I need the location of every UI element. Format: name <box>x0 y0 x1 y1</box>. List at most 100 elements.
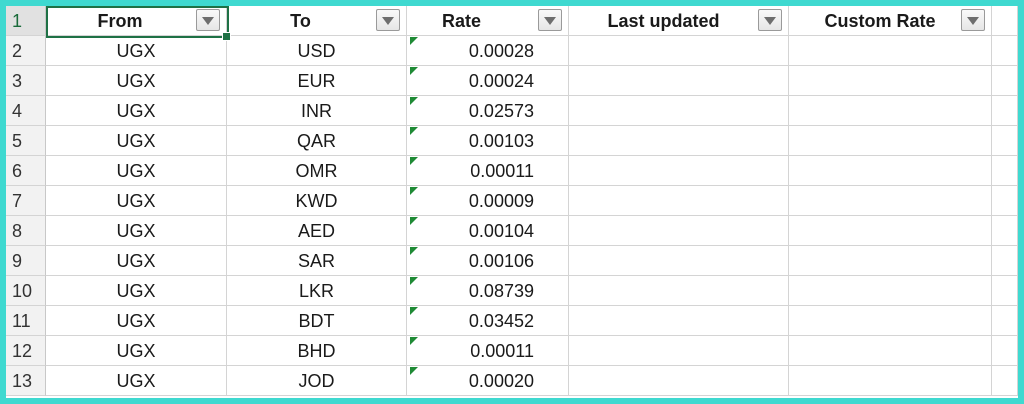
number-stored-as-text-flag-icon[interactable] <box>410 277 418 285</box>
cell-last-updated[interactable] <box>569 216 789 246</box>
row-header-1[interactable]: 1 <box>6 6 46 36</box>
cell-custom-rate[interactable] <box>789 156 992 186</box>
row-header[interactable]: 9 <box>6 246 46 276</box>
filter-dropdown-icon[interactable] <box>376 9 400 31</box>
cell-last-updated[interactable] <box>569 156 789 186</box>
cell-from[interactable]: UGX <box>46 156 227 186</box>
cell-custom-rate[interactable] <box>789 246 992 276</box>
cell-from[interactable]: UGX <box>46 96 227 126</box>
cell-to[interactable]: BDT <box>227 306 407 336</box>
empty-cell[interactable] <box>992 336 1018 366</box>
number-stored-as-text-flag-icon[interactable] <box>410 217 418 225</box>
cell-custom-rate[interactable] <box>789 36 992 66</box>
empty-cell[interactable] <box>992 216 1018 246</box>
cell-to[interactable]: QAR <box>227 126 407 156</box>
header-cell-rate[interactable]: Rate <box>407 6 569 36</box>
cell-to[interactable]: EUR <box>227 66 407 96</box>
cell-to[interactable]: AED <box>227 216 407 246</box>
cell-rate[interactable]: 0.00024 <box>407 66 569 96</box>
filter-dropdown-icon[interactable] <box>961 9 985 31</box>
empty-cell[interactable] <box>992 276 1018 306</box>
cell-custom-rate[interactable] <box>789 96 992 126</box>
row-header[interactable]: 12 <box>6 336 46 366</box>
empty-cell[interactable] <box>992 96 1018 126</box>
filter-dropdown-icon[interactable] <box>196 9 220 31</box>
cell-from[interactable]: UGX <box>46 366 227 396</box>
cell-to[interactable]: OMR <box>227 156 407 186</box>
cell-from[interactable]: UGX <box>46 36 227 66</box>
empty-cell[interactable] <box>992 246 1018 276</box>
empty-cell[interactable] <box>992 156 1018 186</box>
row-header[interactable]: 13 <box>6 366 46 396</box>
row-header[interactable]: 11 <box>6 306 46 336</box>
row-header[interactable]: 4 <box>6 96 46 126</box>
cell-last-updated[interactable] <box>569 366 789 396</box>
cell-custom-rate[interactable] <box>789 336 992 366</box>
number-stored-as-text-flag-icon[interactable] <box>410 157 418 165</box>
number-stored-as-text-flag-icon[interactable] <box>410 187 418 195</box>
cell-last-updated[interactable] <box>569 126 789 156</box>
empty-cell[interactable] <box>992 66 1018 96</box>
cell-rate[interactable]: 0.00011 <box>407 156 569 186</box>
filter-dropdown-icon[interactable] <box>758 9 782 31</box>
empty-cell[interactable] <box>992 6 1018 36</box>
cell-to[interactable]: JOD <box>227 366 407 396</box>
cell-from[interactable]: UGX <box>46 336 227 366</box>
cell-custom-rate[interactable] <box>789 366 992 396</box>
cell-rate[interactable]: 0.08739 <box>407 276 569 306</box>
header-cell-to[interactable]: To <box>227 6 407 36</box>
row-header[interactable]: 10 <box>6 276 46 306</box>
number-stored-as-text-flag-icon[interactable] <box>410 307 418 315</box>
row-header[interactable]: 5 <box>6 126 46 156</box>
cell-last-updated[interactable] <box>569 186 789 216</box>
cell-to[interactable]: BHD <box>227 336 407 366</box>
cell-from[interactable]: UGX <box>46 216 227 246</box>
cell-rate[interactable]: 0.03452 <box>407 306 569 336</box>
cell-from[interactable]: UGX <box>46 66 227 96</box>
cell-last-updated[interactable] <box>569 36 789 66</box>
cell-last-updated[interactable] <box>569 66 789 96</box>
number-stored-as-text-flag-icon[interactable] <box>410 127 418 135</box>
cell-custom-rate[interactable] <box>789 276 992 306</box>
fill-handle[interactable] <box>222 32 231 41</box>
row-header[interactable]: 8 <box>6 216 46 246</box>
cell-to[interactable]: INR <box>227 96 407 126</box>
number-stored-as-text-flag-icon[interactable] <box>410 367 418 375</box>
cell-last-updated[interactable] <box>569 96 789 126</box>
cell-custom-rate[interactable] <box>789 306 992 336</box>
cell-to[interactable]: SAR <box>227 246 407 276</box>
row-header[interactable]: 2 <box>6 36 46 66</box>
cell-custom-rate[interactable] <box>789 66 992 96</box>
cell-rate[interactable]: 0.00009 <box>407 186 569 216</box>
row-header[interactable]: 7 <box>6 186 46 216</box>
cell-rate[interactable]: 0.00028 <box>407 36 569 66</box>
cell-rate[interactable]: 0.00011 <box>407 336 569 366</box>
cell-from[interactable]: UGX <box>46 126 227 156</box>
filter-dropdown-icon[interactable] <box>538 9 562 31</box>
empty-cell[interactable] <box>992 126 1018 156</box>
cell-rate[interactable]: 0.00104 <box>407 216 569 246</box>
empty-cell[interactable] <box>992 366 1018 396</box>
cell-to[interactable]: USD <box>227 36 407 66</box>
header-cell-from[interactable]: From <box>46 6 227 36</box>
cell-custom-rate[interactable] <box>789 186 992 216</box>
number-stored-as-text-flag-icon[interactable] <box>410 337 418 345</box>
cell-from[interactable]: UGX <box>46 246 227 276</box>
cell-last-updated[interactable] <box>569 336 789 366</box>
number-stored-as-text-flag-icon[interactable] <box>410 37 418 45</box>
header-cell-custom-rate[interactable]: Custom Rate <box>789 6 992 36</box>
row-header[interactable]: 6 <box>6 156 46 186</box>
cell-last-updated[interactable] <box>569 276 789 306</box>
cell-custom-rate[interactable] <box>789 216 992 246</box>
cell-last-updated[interactable] <box>569 306 789 336</box>
empty-cell[interactable] <box>992 36 1018 66</box>
number-stored-as-text-flag-icon[interactable] <box>410 97 418 105</box>
cell-to[interactable]: KWD <box>227 186 407 216</box>
cell-rate[interactable]: 0.02573 <box>407 96 569 126</box>
cell-custom-rate[interactable] <box>789 126 992 156</box>
number-stored-as-text-flag-icon[interactable] <box>410 247 418 255</box>
cell-rate[interactable]: 0.00106 <box>407 246 569 276</box>
cell-from[interactable]: UGX <box>46 306 227 336</box>
number-stored-as-text-flag-icon[interactable] <box>410 67 418 75</box>
row-header[interactable]: 3 <box>6 66 46 96</box>
